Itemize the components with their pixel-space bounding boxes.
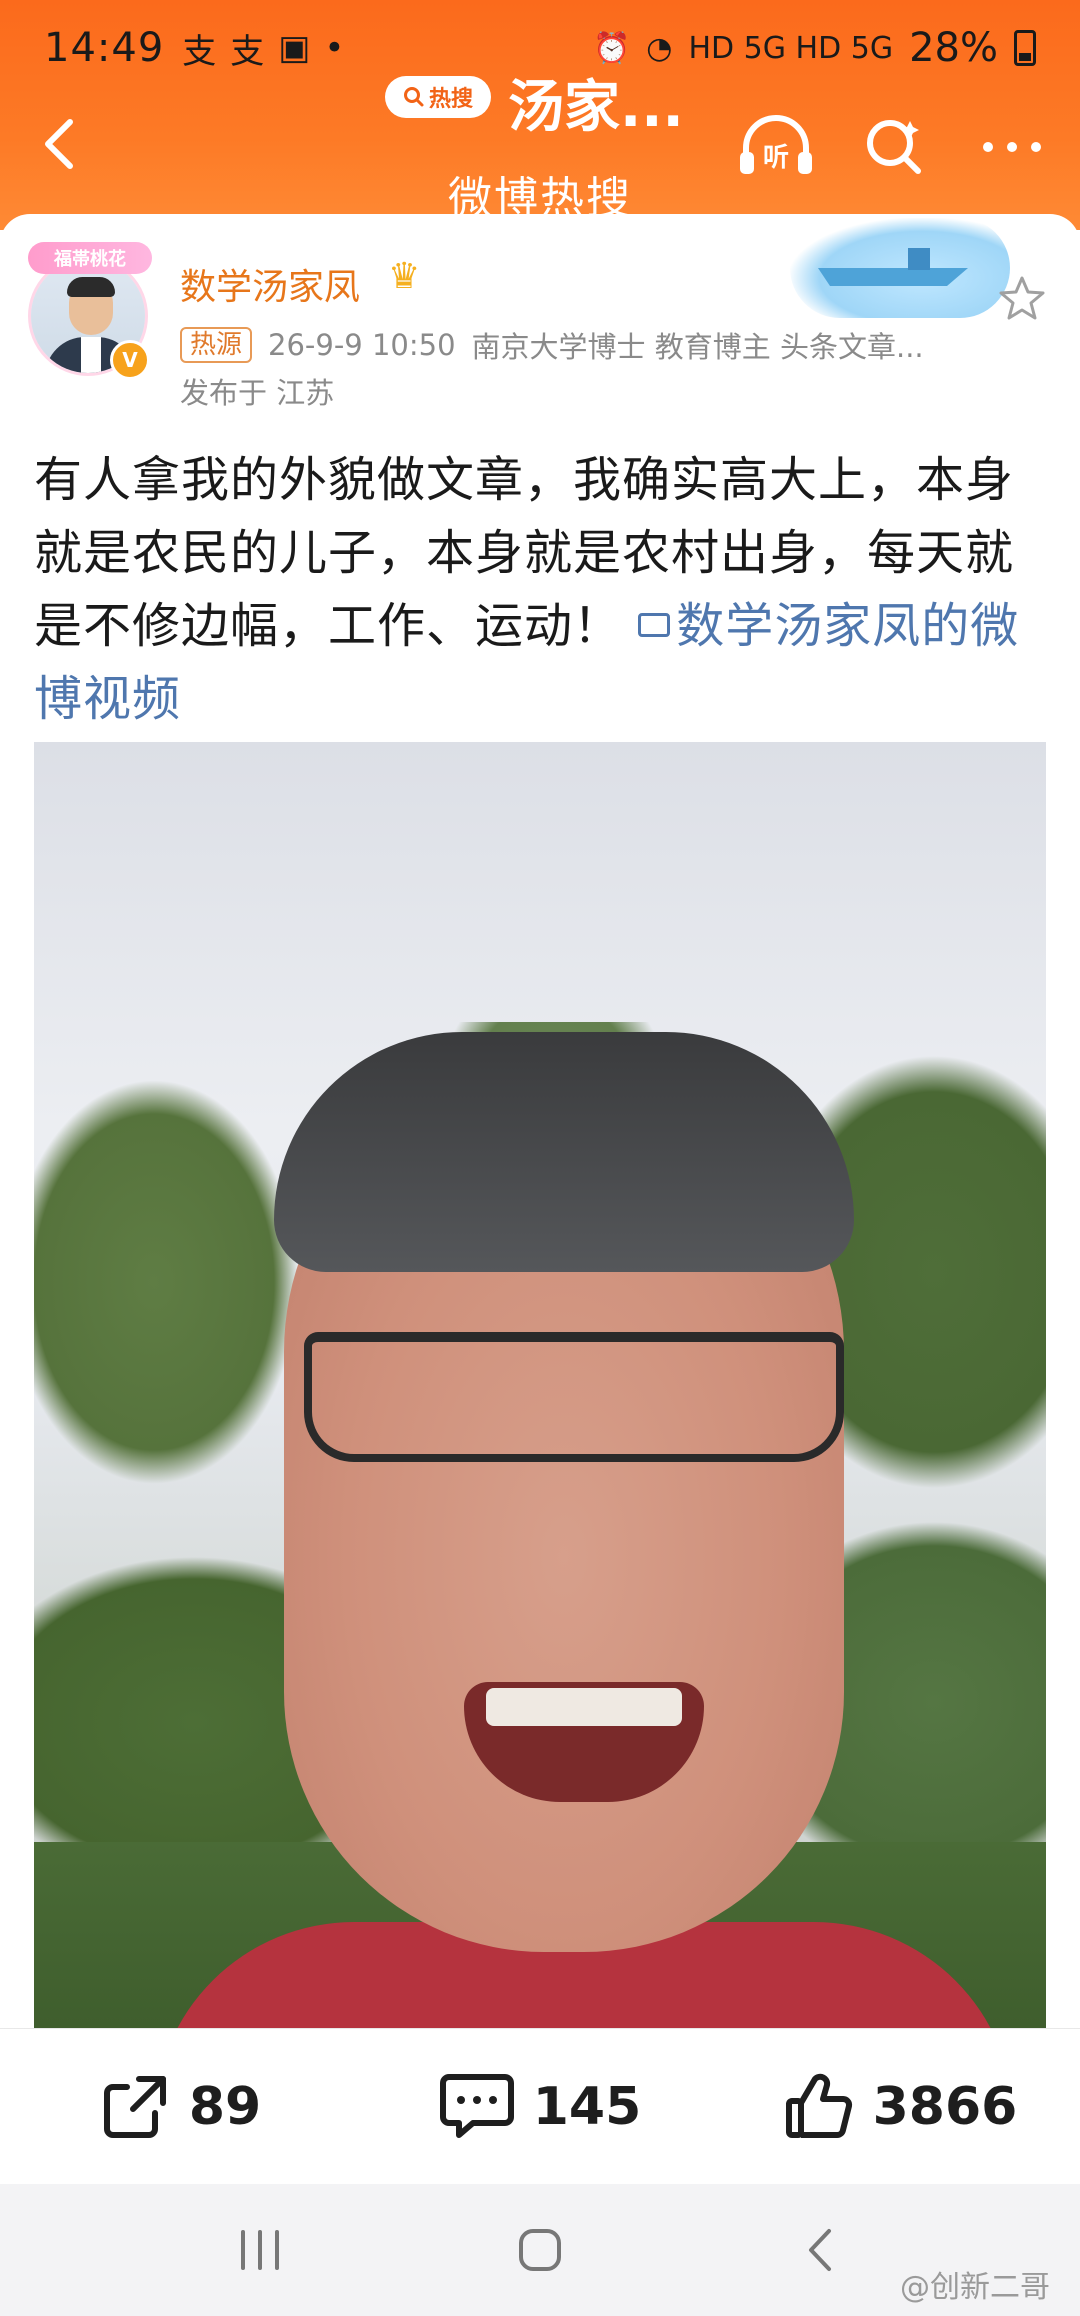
system-back-button[interactable] bbox=[775, 2215, 865, 2285]
post-meta: 热源 26-9-9 10:50 南京大学博士 教育博主 头条文章... bbox=[180, 324, 924, 366]
video-player[interactable] bbox=[34, 742, 1046, 2028]
video-camera-icon bbox=[638, 613, 671, 637]
alipay-icon: 支 bbox=[230, 31, 265, 72]
home-button[interactable] bbox=[495, 2215, 585, 2285]
avatar[interactable]: 福帯桃花 V bbox=[28, 242, 152, 380]
post-action-bar: 89 145 3866 bbox=[0, 2028, 1080, 2184]
recent-apps-icon bbox=[241, 2230, 279, 2270]
repost-button[interactable]: 89 bbox=[0, 2071, 360, 2143]
battery-icon bbox=[1014, 30, 1036, 66]
comment-icon bbox=[439, 2073, 514, 2138]
post-timestamp: 26-9-9 10:50 bbox=[268, 328, 456, 362]
alipay-icon: 支 bbox=[182, 31, 217, 72]
hot-search-badge: 热搜 bbox=[385, 76, 491, 118]
favorite-button[interactable] bbox=[994, 270, 1050, 326]
battery-percent: 28% bbox=[909, 25, 998, 71]
thumbs-up-icon bbox=[785, 2073, 852, 2138]
repost-icon bbox=[103, 2075, 166, 2138]
verified-icon: V bbox=[110, 340, 150, 380]
alarm-icon: ⏰ bbox=[592, 30, 631, 66]
network-indicator: HD 5G HD 5G bbox=[688, 30, 894, 66]
crown-icon: ♛ bbox=[388, 256, 421, 297]
status-notification-icons: 支 支 ▣ • bbox=[182, 24, 344, 73]
app-header: 14:49 支 支 ▣ • ⏰ ◔ HD 5G HD 5G 28% 热搜 汤家.… bbox=[0, 0, 1080, 230]
comment-count: 145 bbox=[532, 2076, 642, 2137]
repost-count: 89 bbox=[188, 2076, 262, 2137]
home-icon bbox=[519, 2229, 561, 2271]
user-bio: 南京大学博士 教育博主 头条文章... bbox=[471, 330, 924, 364]
status-time: 14:49 bbox=[44, 25, 165, 71]
like-button[interactable]: 3866 bbox=[720, 2071, 1080, 2143]
wifi-icon: ◔ bbox=[646, 30, 673, 66]
user-name[interactable]: 数学汤家凤 bbox=[180, 258, 360, 310]
page-title: 汤家... bbox=[508, 75, 684, 140]
card-decoration-ship bbox=[790, 218, 1010, 318]
comment-button[interactable]: 145 bbox=[360, 2071, 720, 2143]
post-location: 发布于 江苏 bbox=[180, 376, 335, 410]
more-icon bbox=[983, 142, 1041, 152]
post-card: 福帯桃花 V 数学汤家凤 ♛ 热源 26-9-9 10:50 南京大学博士 教育… bbox=[0, 214, 1080, 2028]
video-person-glasses bbox=[304, 1332, 844, 1462]
post-body: 有人拿我的外貌做文章，我确实高大上，本身就是农民的儿子，本身就是农村出身，每天就… bbox=[34, 444, 1050, 736]
hot-search-badge-label: 热搜 bbox=[428, 87, 473, 112]
avatar-decoration: 福帯桃花 bbox=[28, 242, 152, 274]
star-icon bbox=[999, 276, 1045, 320]
search-icon bbox=[403, 87, 424, 107]
recent-apps-button[interactable] bbox=[215, 2215, 305, 2285]
hot-source-tag: 热源 bbox=[180, 327, 253, 363]
gallery-icon: ▣ bbox=[278, 28, 311, 68]
dot-icon: • bbox=[324, 28, 345, 68]
chevron-left-icon bbox=[809, 2229, 831, 2271]
watermark: @创新二哥 bbox=[900, 2270, 1050, 2305]
like-count: 3866 bbox=[872, 2076, 1018, 2137]
